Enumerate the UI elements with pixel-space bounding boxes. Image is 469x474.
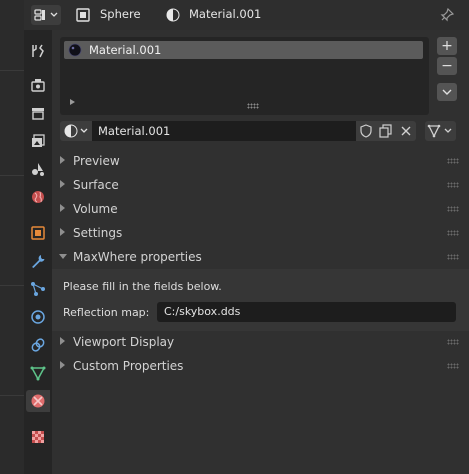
chevron-right-icon bbox=[60, 228, 65, 236]
texture-icon bbox=[32, 431, 44, 443]
material-browse-icon bbox=[64, 124, 88, 138]
tab-world[interactable] bbox=[26, 186, 50, 208]
particles-icon bbox=[31, 282, 45, 296]
mesh-link-icon bbox=[427, 124, 452, 138]
reflection-map-field[interactable]: C:/skybox.dds bbox=[157, 302, 456, 322]
panel-title: Surface bbox=[73, 178, 119, 192]
tab-render[interactable] bbox=[26, 74, 50, 96]
duplicate-material-button[interactable] bbox=[376, 121, 396, 141]
link-mode-dropdown[interactable] bbox=[425, 121, 456, 141]
chevron-down-icon bbox=[59, 254, 67, 259]
properties-header: Sphere Material.001 bbox=[24, 0, 469, 31]
panel-preview[interactable]: Preview bbox=[52, 149, 469, 173]
editor-type-icon bbox=[34, 9, 58, 21]
tab-material[interactable] bbox=[26, 390, 50, 412]
header-material-name[interactable]: Material.001 bbox=[189, 7, 261, 21]
drag-grip-icon[interactable] bbox=[447, 158, 459, 164]
browse-material-button[interactable] bbox=[60, 121, 92, 141]
list-resize-grip-icon[interactable] bbox=[247, 103, 259, 109]
tab-object[interactable] bbox=[26, 222, 50, 244]
wrench-icon bbox=[32, 255, 45, 268]
panel-title: Volume bbox=[73, 202, 118, 216]
drag-grip-icon[interactable] bbox=[447, 254, 459, 260]
list-expand-arrow-icon[interactable] bbox=[70, 99, 75, 105]
scene-icon bbox=[32, 163, 44, 176]
pin-icon[interactable] bbox=[440, 8, 454, 22]
panel-maxwhere-properties[interactable]: MaxWhere properties bbox=[52, 245, 469, 269]
output-icon bbox=[32, 108, 44, 120]
chevron-right-icon bbox=[60, 204, 65, 212]
maxwhere-panel-body: Please fill in the fields below. Reflect… bbox=[52, 269, 469, 331]
object-icon bbox=[76, 8, 90, 22]
list-item[interactable]: Material.001 bbox=[64, 41, 423, 59]
material-tab-icon bbox=[31, 394, 45, 408]
object-name[interactable]: Sphere bbox=[100, 7, 141, 21]
tab-physics[interactable] bbox=[26, 306, 50, 328]
tab-modifiers[interactable] bbox=[26, 250, 50, 272]
chevron-right-icon bbox=[60, 180, 65, 188]
chevron-right-icon bbox=[60, 337, 65, 345]
object-props-icon bbox=[31, 226, 45, 240]
material-name-field[interactable]: Material.001 bbox=[92, 121, 356, 141]
tab-output[interactable] bbox=[26, 102, 50, 124]
chevron-right-icon bbox=[60, 361, 65, 369]
world-icon bbox=[32, 191, 44, 203]
drag-grip-icon[interactable] bbox=[447, 182, 459, 188]
panel-settings[interactable]: Settings bbox=[52, 221, 469, 245]
render-icon bbox=[31, 79, 45, 92]
constraints-icon bbox=[31, 338, 45, 352]
material-preview-icon bbox=[68, 43, 82, 57]
mesh-data-icon bbox=[30, 366, 46, 381]
remove-material-slot-button[interactable]: − bbox=[437, 57, 457, 75]
panel-title: Settings bbox=[73, 226, 123, 240]
drag-grip-icon[interactable] bbox=[447, 339, 459, 345]
panel-title: Custom Properties bbox=[73, 359, 184, 373]
panel-viewport-display[interactable]: Viewport Display bbox=[52, 330, 469, 354]
physics-icon bbox=[31, 310, 45, 324]
chevron-right-icon bbox=[60, 156, 65, 164]
reflection-map-label: Reflection map: bbox=[63, 306, 150, 319]
material-slot-label: Material.001 bbox=[89, 43, 162, 57]
add-material-slot-button[interactable]: + bbox=[437, 37, 457, 55]
shield-icon bbox=[360, 124, 372, 138]
drag-grip-icon[interactable] bbox=[447, 206, 459, 212]
chevron-down-icon bbox=[442, 89, 452, 95]
editor-type-button[interactable] bbox=[31, 5, 61, 25]
material-selector: Material.001 bbox=[60, 121, 456, 141]
duplicate-icon bbox=[379, 124, 392, 138]
tab-view-layer[interactable] bbox=[26, 130, 50, 152]
drag-grip-icon[interactable] bbox=[447, 363, 459, 369]
unlink-material-button[interactable] bbox=[396, 121, 416, 141]
tool-icon bbox=[32, 44, 44, 58]
panel-surface[interactable]: Surface bbox=[52, 173, 469, 197]
close-icon bbox=[401, 126, 411, 136]
tab-texture[interactable] bbox=[26, 426, 50, 448]
panel-title: Preview bbox=[73, 154, 120, 168]
tab-data[interactable] bbox=[26, 362, 50, 384]
tab-tool[interactable] bbox=[26, 40, 50, 62]
view-layer-icon bbox=[32, 134, 45, 147]
tab-scene[interactable] bbox=[26, 158, 50, 180]
material-icon bbox=[166, 8, 180, 22]
material-specials-menu-button[interactable] bbox=[437, 83, 457, 101]
panel-title: Viewport Display bbox=[73, 335, 175, 349]
panel-volume[interactable]: Volume bbox=[52, 197, 469, 221]
viewport-edge bbox=[0, 0, 24, 474]
drag-grip-icon[interactable] bbox=[447, 230, 459, 236]
tab-constraints[interactable] bbox=[26, 334, 50, 356]
panel-custom-properties[interactable]: Custom Properties bbox=[52, 354, 469, 378]
panel-title: MaxWhere properties bbox=[73, 250, 202, 264]
instruction-text: Please fill in the fields below. bbox=[63, 280, 222, 293]
tab-particles[interactable] bbox=[26, 278, 50, 300]
properties-tabs bbox=[24, 30, 52, 474]
fake-user-button[interactable] bbox=[356, 121, 376, 141]
